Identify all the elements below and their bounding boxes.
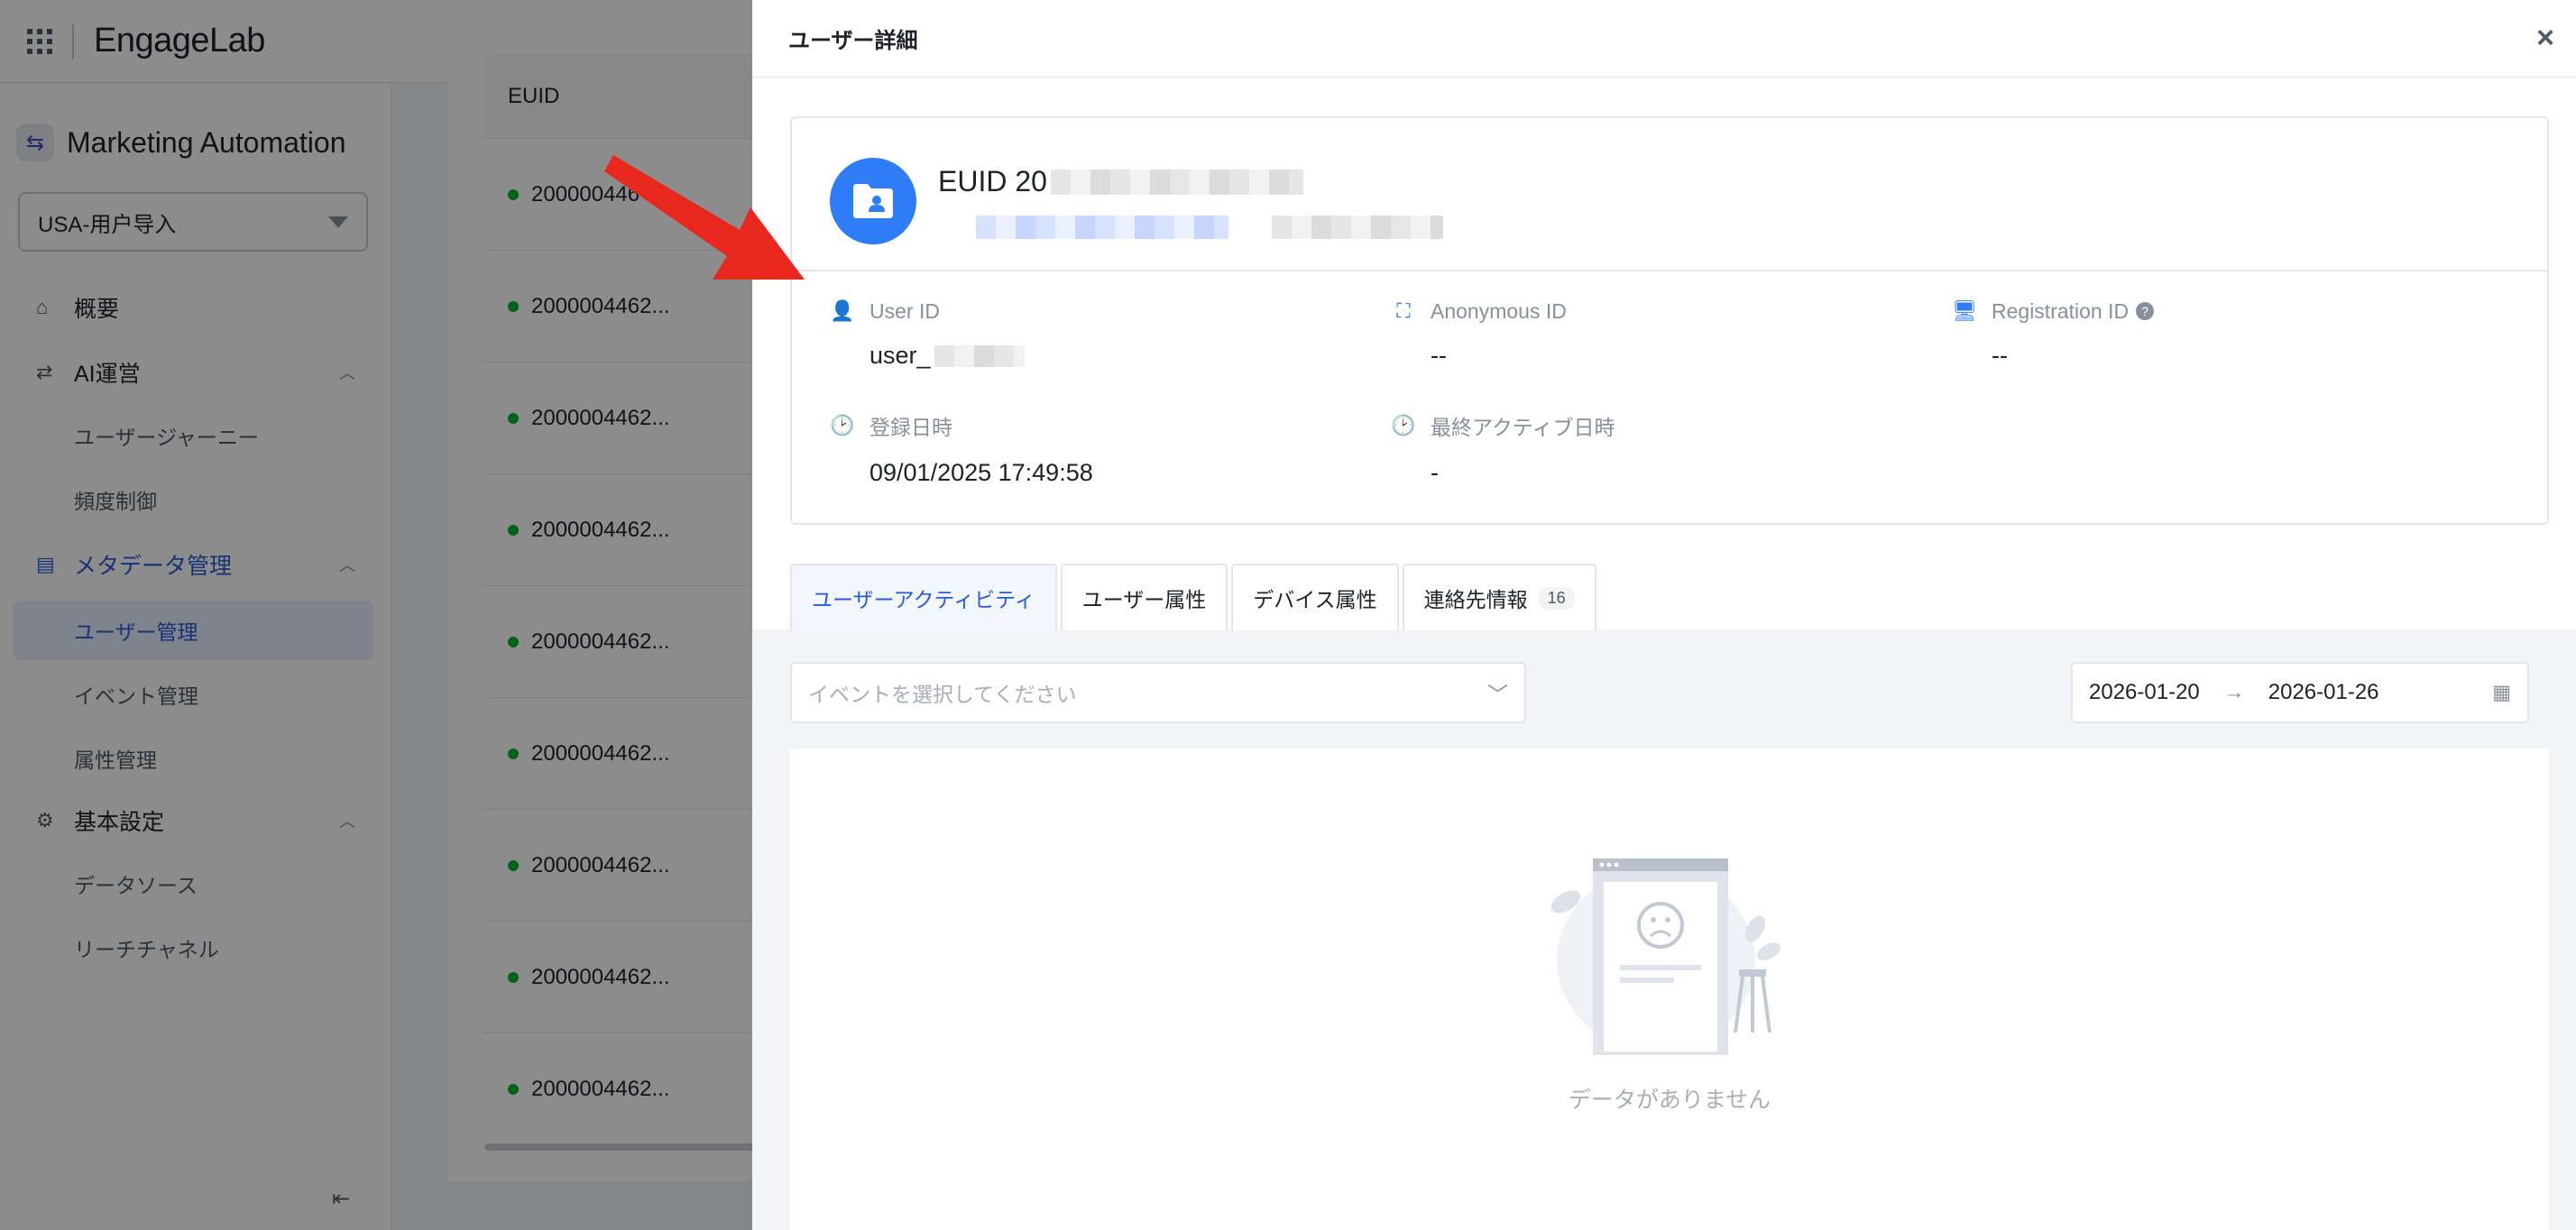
date-range-picker[interactable]: 2026-01-20 → 2026-01-26 ▦ [2071,662,2529,723]
field-label: 登録日時 [869,416,952,439]
registered-at-value: 09/01/2025 17:49:58 [869,459,1093,486]
tab-user-attributes[interactable]: ユーザー属性 [1060,564,1228,630]
drawer-header: ユーザー詳細 × [752,0,2576,78]
avatar [830,158,916,244]
user-detail-drawer: ユーザー詳細 × EUID 20 👤 User ID user_ ⛶ Anony… [752,0,2576,1230]
tab-label: ユーザー属性 [1081,588,1207,611]
close-icon[interactable]: × [2525,18,2565,58]
empty-state-illustration [1550,858,1780,1055]
field-label: Anonymous ID [1431,298,1567,323]
profile-subtitle [976,216,1443,239]
arrow-right-icon: → [2222,680,2245,704]
tab-user-activity[interactable]: ユーザーアクティビティ [790,564,1057,630]
field-user-id: 👤 User ID user_ [830,298,1025,370]
help-icon[interactable]: ? [2136,302,2155,320]
redacted-text [976,216,1228,239]
tab-label: ユーザーアクティビティ [812,588,1035,611]
profile-summary: EUID 20 [792,118,2547,271]
redacted-text [1272,216,1443,239]
redacted-text [1050,169,1303,195]
device-monitor-icon: 🖥 [1952,299,1977,322]
field-label: User ID [869,298,940,323]
tab-label: 連絡先情報 [1423,588,1528,611]
field-label: 最終アクティブ日時 [1431,416,1615,439]
tab-device-attributes[interactable]: デバイス属性 [1231,564,1399,630]
user-id-value: user_ [869,342,931,369]
drawer-title: ユーザー詳細 [788,29,918,53]
profile-card: EUID 20 👤 User ID user_ ⛶ Anonymous ID -- … [790,116,2549,525]
event-select-placeholder: イベントを選択してください [808,683,1077,706]
redacted-text [934,344,1025,367]
field-label: Registration ID [1992,298,2130,323]
event-select[interactable]: イベントを選択してください ﹀ [790,662,1526,723]
registration-id-value: -- [1992,342,2008,369]
tab-content: イベントを選択してください ﹀ 2026-01-20 → 2026-01-26 … [752,629,2576,1230]
chevron-down-icon: ﹀ [1487,683,1508,706]
tab-label: デバイス属性 [1253,588,1377,611]
tab-contact-info[interactable]: 連絡先情報 16 [1402,564,1596,630]
field-last-active: 🕑 最終アクティブ日時 - [1391,410,1615,487]
count-badge: 16 [1538,586,1575,610]
calendar-icon: ▦ [2492,681,2511,703]
clock-icon: 🕑 [830,414,855,436]
last-active-value: - [1431,459,1439,486]
euid-text: EUID 20 [938,165,1047,197]
empty-state-text: データがありません [1568,1088,1771,1113]
field-registration-id: 🖥 Registration ID? -- [1952,298,2155,370]
anonymous-id-icon: ⛶ [1396,299,1411,322]
detail-tabs: ユーザーアクティビティ ユーザー属性 デバイス属性 連絡先情報 16 [790,564,1600,630]
date-to[interactable]: 2026-01-26 [2268,680,2379,705]
empty-state-panel: データがありません [790,748,2549,1230]
anonymous-id-value: -- [1431,342,1447,369]
euid-title: EUID 20 [938,165,1303,198]
annotation-arrow-icon [604,155,805,280]
field-registered-at: 🕑 登録日時 09/01/2025 17:49:58 [830,410,1093,487]
history-clock-icon: 🕑 [1391,414,1416,436]
user-folder-icon [853,184,893,218]
date-from[interactable]: 2026-01-20 [2089,680,2200,705]
field-anonymous-id: ⛶ Anonymous ID -- [1391,298,1567,370]
user-icon: 👤 [830,299,855,322]
